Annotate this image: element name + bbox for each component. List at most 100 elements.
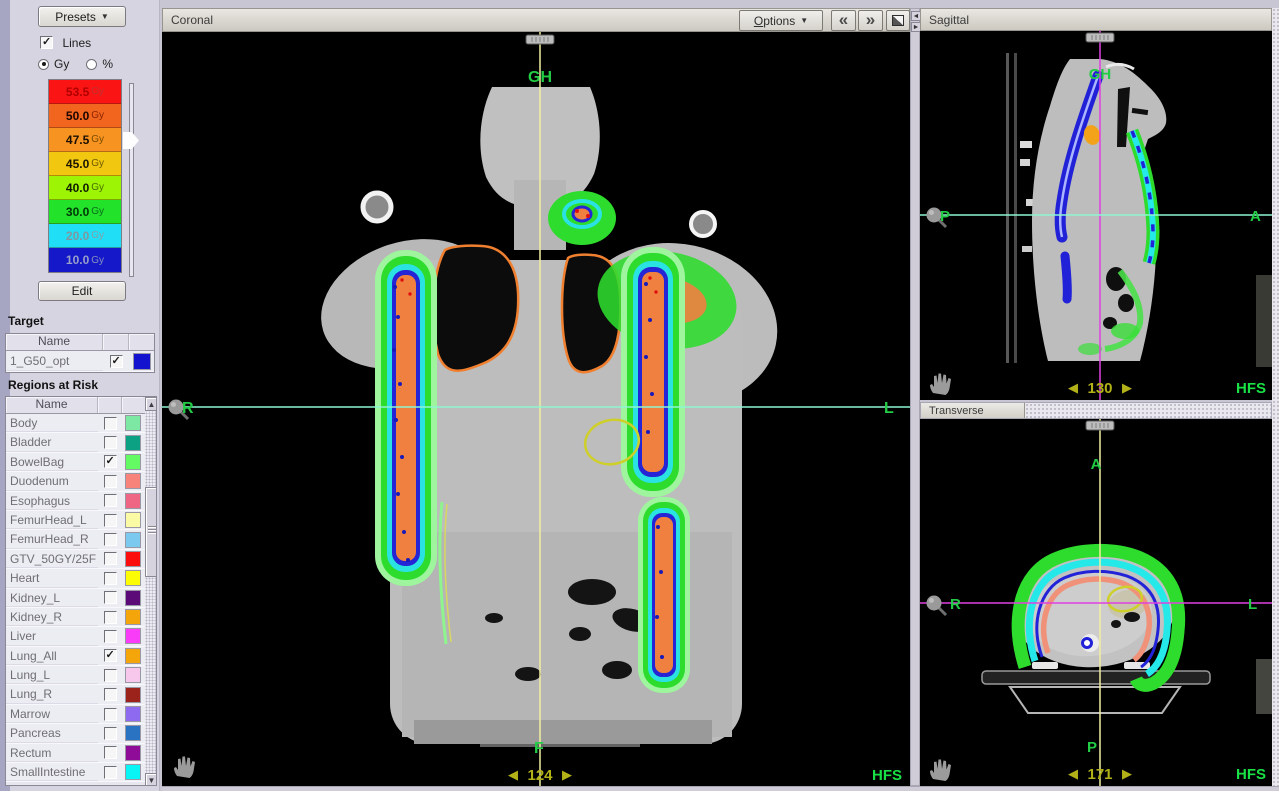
slice-drag-handle[interactable] xyxy=(1086,33,1114,42)
target-row[interactable]: 1_G50_opt ✓ xyxy=(6,351,154,372)
roi-color-swatch[interactable] xyxy=(125,473,141,489)
roi-row[interactable]: Heart ✓ xyxy=(6,569,145,588)
slice-next-arrow[interactable]: ▶ xyxy=(1122,766,1132,781)
roi-row[interactable]: Lung_R ✓ xyxy=(6,685,145,704)
dose-level-row[interactable]: 50.0 Gy xyxy=(49,104,121,128)
roi-row[interactable]: FemurHead_L ✓ xyxy=(6,511,145,530)
slice-prev-arrow[interactable]: ◀ xyxy=(508,767,518,782)
roi-row[interactable]: Duodenum ✓ xyxy=(6,472,145,491)
roi-color-swatch[interactable] xyxy=(125,454,141,470)
roi-row[interactable]: BowelBag ✓ xyxy=(6,453,145,472)
roi-visibility-checkbox[interactable]: ✓ xyxy=(104,475,117,488)
roi-color-swatch[interactable] xyxy=(125,532,141,548)
scroll-up-button[interactable]: ▲ xyxy=(145,397,157,411)
roi-visibility-checkbox[interactable]: ✓ xyxy=(104,417,117,430)
roi-color-swatch[interactable] xyxy=(125,609,141,625)
roi-visibility-checkbox[interactable]: ✓ xyxy=(104,611,117,624)
crosshair-drag-knob[interactable] xyxy=(927,596,947,616)
roi-color-swatch[interactable] xyxy=(125,590,141,606)
roi-color-swatch[interactable] xyxy=(125,512,141,528)
roi-color-swatch[interactable] xyxy=(125,745,141,761)
layout-toggle-button[interactable] xyxy=(886,10,910,31)
roi-color-swatch[interactable] xyxy=(125,764,141,780)
slice-drag-handle[interactable] xyxy=(1086,421,1114,430)
roi-visibility-checkbox[interactable]: ✓ xyxy=(104,708,117,721)
roi-visibility-checkbox[interactable]: ✓ xyxy=(104,552,117,565)
edit-button[interactable]: Edit xyxy=(38,281,126,301)
roi-row[interactable]: Lung_All ✓ xyxy=(6,647,145,666)
roi-visibility-checkbox[interactable]: ✓ xyxy=(104,591,117,604)
roi-visibility-checkbox[interactable]: ✓ xyxy=(104,669,117,682)
roi-row[interactable]: SmallIntestine ✓ xyxy=(6,763,145,782)
roi-row[interactable]: FemurHead_R ✓ xyxy=(6,530,145,549)
roi-visibility-checkbox[interactable]: ✓ xyxy=(104,746,117,759)
roi-color-swatch[interactable] xyxy=(125,493,141,509)
percent-radio[interactable] xyxy=(86,59,97,70)
roi-row[interactable]: GTV_50GY/25F ✓ xyxy=(6,550,145,569)
previous-slice-button[interactable]: « xyxy=(831,10,856,31)
slice-drag-handle[interactable] xyxy=(526,35,554,44)
roi-visibility-checkbox[interactable]: ✓ xyxy=(104,688,117,701)
roi-visibility-checkbox[interactable]: ✓ xyxy=(104,727,117,740)
coronal-canvas[interactable]: GH R L F ◀ 124 ▶ HFS xyxy=(162,32,910,786)
roi-color-swatch[interactable] xyxy=(125,648,141,664)
target-visibility-checkbox[interactable]: ✓ xyxy=(110,355,123,368)
roi-row[interactable]: Kidney_R ✓ xyxy=(6,608,145,627)
roi-visibility-checkbox[interactable]: ✓ xyxy=(104,766,117,779)
roi-color-swatch[interactable] xyxy=(125,570,141,586)
roi-color-swatch[interactable] xyxy=(125,725,141,741)
roi-row[interactable]: Liver ✓ xyxy=(6,627,145,646)
regions-scrollbar[interactable]: ▲ ▼ xyxy=(145,397,157,786)
roi-visibility-checkbox[interactable]: ✓ xyxy=(104,630,117,643)
scroll-down-button[interactable]: ▼ xyxy=(145,773,157,786)
roi-row[interactable]: Marrow ✓ xyxy=(6,705,145,724)
dose-level-row[interactable]: 45.0 Gy xyxy=(49,152,121,176)
presets-button[interactable]: Presets ▼ xyxy=(38,6,126,27)
roi-color-swatch[interactable] xyxy=(125,706,141,722)
next-slice-button[interactable]: » xyxy=(858,10,883,31)
dose-slider-track[interactable] xyxy=(129,83,134,277)
scrollbar-thumb[interactable] xyxy=(145,487,157,577)
roi-visibility-checkbox[interactable]: ✓ xyxy=(104,572,117,585)
roi-row[interactable]: Pancreas ✓ xyxy=(6,724,145,743)
coronal-view-header: Coronal Options ▼ « » xyxy=(162,8,910,32)
roi-color-swatch[interactable] xyxy=(125,551,141,567)
roi-color-swatch[interactable] xyxy=(125,435,141,451)
roi-visibility-checkbox[interactable]: ✓ xyxy=(104,455,117,468)
sagittal-canvas[interactable]: GH P A ◀ 130 ▶ HFS xyxy=(920,31,1272,400)
roi-visibility-checkbox[interactable]: ✓ xyxy=(104,436,117,449)
target-color-swatch[interactable] xyxy=(133,353,151,370)
dose-level-row[interactable]: 53.5 Gy xyxy=(49,80,121,104)
roi-row[interactable]: Body ✓ xyxy=(6,414,145,433)
roi-row[interactable]: Rectum ✓ xyxy=(6,744,145,763)
roi-color-swatch[interactable] xyxy=(125,628,141,644)
dose-slider-thumb[interactable] xyxy=(123,132,139,149)
roi-color-swatch[interactable] xyxy=(125,415,141,431)
slice-next-arrow[interactable]: ▶ xyxy=(1122,380,1132,395)
transverse-canvas[interactable]: A R L P ◀ 171 ▶ HFS xyxy=(920,419,1272,786)
dose-level-row[interactable]: 30.0 Gy xyxy=(49,200,121,224)
roi-visibility-checkbox[interactable]: ✓ xyxy=(104,494,117,507)
roi-row[interactable]: Esophagus ✓ xyxy=(6,492,145,511)
roi-row[interactable]: Kidney_L ✓ xyxy=(6,589,145,608)
roi-visibility-checkbox[interactable]: ✓ xyxy=(104,649,117,662)
roi-color-swatch[interactable] xyxy=(125,667,141,683)
lines-checkbox[interactable]: ✓ xyxy=(40,36,53,49)
roi-row[interactable]: Bladder ✓ xyxy=(6,433,145,452)
gy-radio[interactable] xyxy=(38,59,49,70)
slice-prev-arrow[interactable]: ◀ xyxy=(1068,380,1078,395)
roi-row[interactable]: Lung_L ✓ xyxy=(6,666,145,685)
view-splitter[interactable]: ◄ ► xyxy=(910,8,920,786)
roi-name: Liver xyxy=(6,627,98,645)
roi-visibility-checkbox[interactable]: ✓ xyxy=(104,533,117,546)
dose-level-row[interactable]: 10.0 Gy xyxy=(49,248,121,272)
transverse-view-tab[interactable]: Transverse xyxy=(921,403,1025,418)
roi-visibility-checkbox[interactable]: ✓ xyxy=(104,514,117,527)
slice-prev-arrow[interactable]: ◀ xyxy=(1068,766,1078,781)
dose-level-row[interactable]: 20.0 Gy xyxy=(49,224,121,248)
dose-level-row[interactable]: 40.0 Gy xyxy=(49,176,121,200)
slice-next-arrow[interactable]: ▶ xyxy=(562,767,572,782)
options-button[interactable]: Options ▼ xyxy=(739,10,823,31)
dose-level-row[interactable]: 47.5 Gy xyxy=(49,128,121,152)
roi-color-swatch[interactable] xyxy=(125,687,141,703)
